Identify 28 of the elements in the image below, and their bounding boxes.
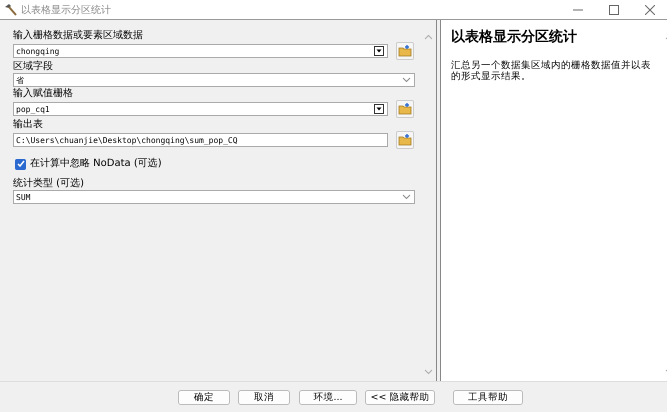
field-label: 输入栅格数据或要素区域数据 — [13, 30, 144, 42]
field-label: 区域字段 — [13, 61, 54, 73]
window-title: 以表格显示分区统计 — [21, 4, 111, 16]
maximize-icon[interactable] — [609, 4, 619, 14]
field-label: 输入赋值栅格 — [13, 88, 74, 100]
browse-folder-button[interactable] — [396, 131, 414, 149]
chevron-down-icon[interactable] — [402, 194, 411, 200]
checkbox[interactable] — [15, 158, 26, 170]
dialog-button[interactable]: 确定 — [178, 390, 230, 404]
output-table-field[interactable]: C:\Users\chuanjie\Desktop\chongqing\sum_pop_CQ — [13, 133, 388, 147]
checkbox-label: 在计算中忽略 NoData (可选) — [30, 158, 162, 170]
dialog-button[interactable]: 环境... — [299, 390, 357, 404]
browse-folder-button[interactable] — [396, 42, 414, 60]
dropdown-field[interactable]: SUM — [13, 190, 415, 204]
dialog-button[interactable]: 取消 — [238, 390, 290, 404]
help-description: 汇总另一个数据集区域内的栅格数据值并以表的形式显示结果。 — [451, 60, 651, 82]
dialog-button[interactable]: 工具帮助 — [453, 390, 523, 404]
chevron-down-icon[interactable] — [402, 77, 411, 83]
dialog-button[interactable]: << 隐藏帮助 — [365, 390, 435, 404]
field-label: 统计类型 (可选) — [13, 178, 85, 190]
hammer-icon — [4, 4, 18, 16]
browse-folder-button[interactable] — [396, 100, 414, 118]
field-label: 输出表 — [13, 119, 44, 131]
close-icon[interactable] — [645, 4, 655, 14]
dropdown-field[interactable]: 省 — [13, 73, 415, 87]
help-title: 以表格显示分区统计 — [451, 28, 578, 46]
combo-field[interactable]: chongqing — [13, 44, 388, 58]
combo-field[interactable]: pop_cq1 — [13, 102, 388, 116]
